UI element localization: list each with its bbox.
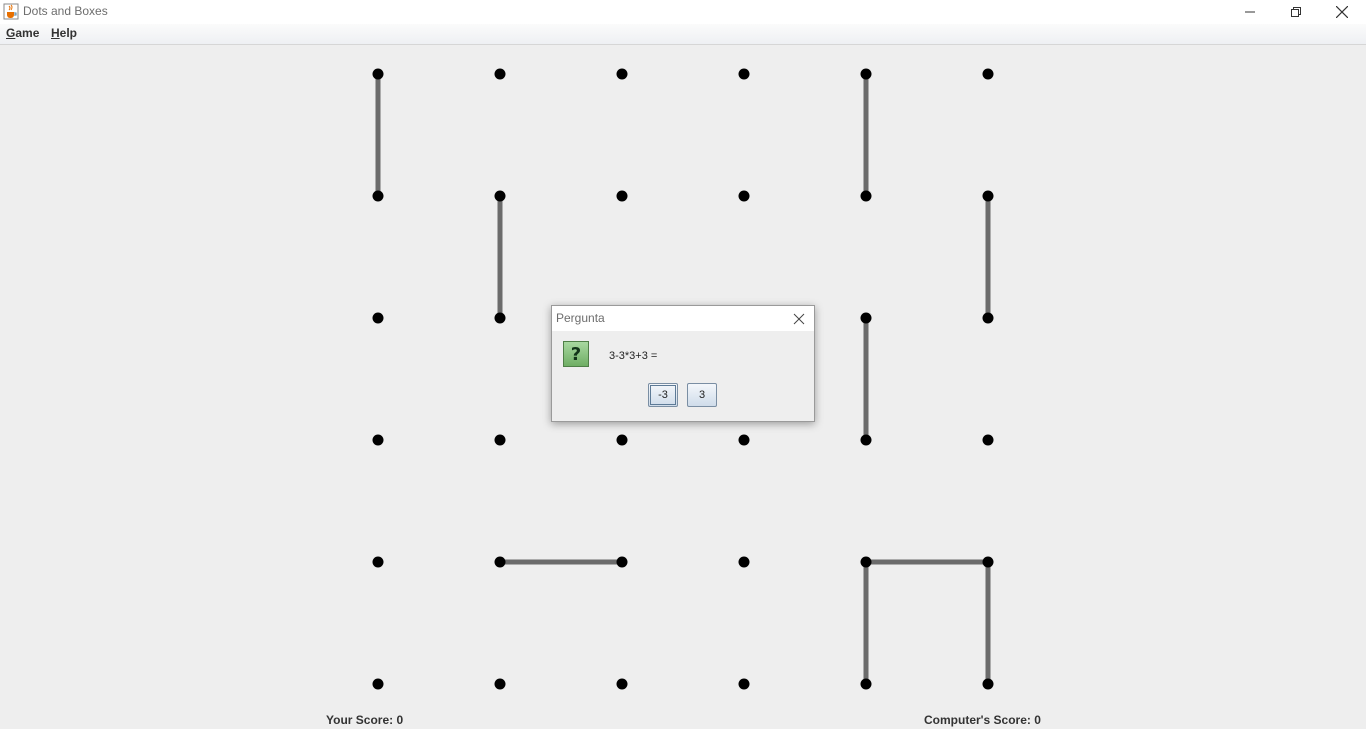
restore-icon	[1291, 7, 1301, 17]
answer-button-2[interactable]: 3	[687, 383, 717, 407]
computer-score: Computer's Score: 0	[924, 713, 1041, 727]
board-dot[interactable]	[860, 190, 872, 202]
menu-bar: Game Help	[0, 24, 1366, 45]
board-dot[interactable]	[860, 434, 872, 446]
board-dot[interactable]	[860, 678, 872, 690]
board-dot[interactable]	[982, 312, 994, 324]
answer-button-1[interactable]: -3	[648, 383, 678, 407]
question-text: 3-3*3+3 =	[609, 350, 658, 362]
board-dot[interactable]	[616, 434, 628, 446]
board-dot[interactable]	[494, 434, 506, 446]
board-dot[interactable]	[372, 312, 384, 324]
board-dot[interactable]	[982, 190, 994, 202]
board-dot[interactable]	[372, 678, 384, 690]
board-dot[interactable]	[616, 556, 628, 568]
board-dot[interactable]	[982, 434, 994, 446]
board-dot[interactable]	[982, 68, 994, 80]
board-dot[interactable]	[982, 556, 994, 568]
board-dot[interactable]	[494, 556, 506, 568]
board-dot[interactable]	[738, 68, 750, 80]
question-dialog: Pergunta ? 3-3*3+3 = -3 3	[551, 305, 815, 422]
menu-game[interactable]: Game	[6, 26, 39, 40]
dialog-close-icon[interactable]	[792, 312, 806, 326]
board-dot[interactable]	[494, 312, 506, 324]
restore-button[interactable]	[1273, 0, 1319, 24]
board-dot[interactable]	[616, 190, 628, 202]
dialog-title: Pergunta	[556, 311, 605, 325]
minimize-button[interactable]	[1227, 0, 1273, 24]
close-icon	[1336, 6, 1348, 18]
minimize-icon	[1245, 11, 1255, 13]
board-dot[interactable]	[372, 556, 384, 568]
window-title: Dots and Boxes	[23, 4, 108, 18]
board-dot[interactable]	[860, 556, 872, 568]
board-dot[interactable]	[494, 678, 506, 690]
close-button[interactable]	[1319, 0, 1365, 24]
board-dot[interactable]	[616, 678, 628, 690]
board-dot[interactable]	[494, 68, 506, 80]
board-dot[interactable]	[982, 678, 994, 690]
board-dot[interactable]	[372, 68, 384, 80]
board-dot[interactable]	[860, 68, 872, 80]
board-dot[interactable]	[616, 68, 628, 80]
dialog-titlebar: Pergunta	[552, 306, 814, 331]
java-cup-icon	[3, 3, 19, 20]
player-score: Your Score: 0	[326, 713, 404, 727]
window-titlebar: Dots and Boxes	[0, 0, 1366, 24]
board-dot[interactable]	[738, 678, 750, 690]
menu-help[interactable]: Help	[51, 26, 77, 40]
board-dot[interactable]	[738, 190, 750, 202]
board-dot[interactable]	[372, 190, 384, 202]
question-icon: ?	[563, 341, 589, 367]
board-dot[interactable]	[494, 190, 506, 202]
board-dot[interactable]	[738, 556, 750, 568]
board-dot[interactable]	[372, 434, 384, 446]
board-dot[interactable]	[738, 434, 750, 446]
board-dot[interactable]	[860, 312, 872, 324]
